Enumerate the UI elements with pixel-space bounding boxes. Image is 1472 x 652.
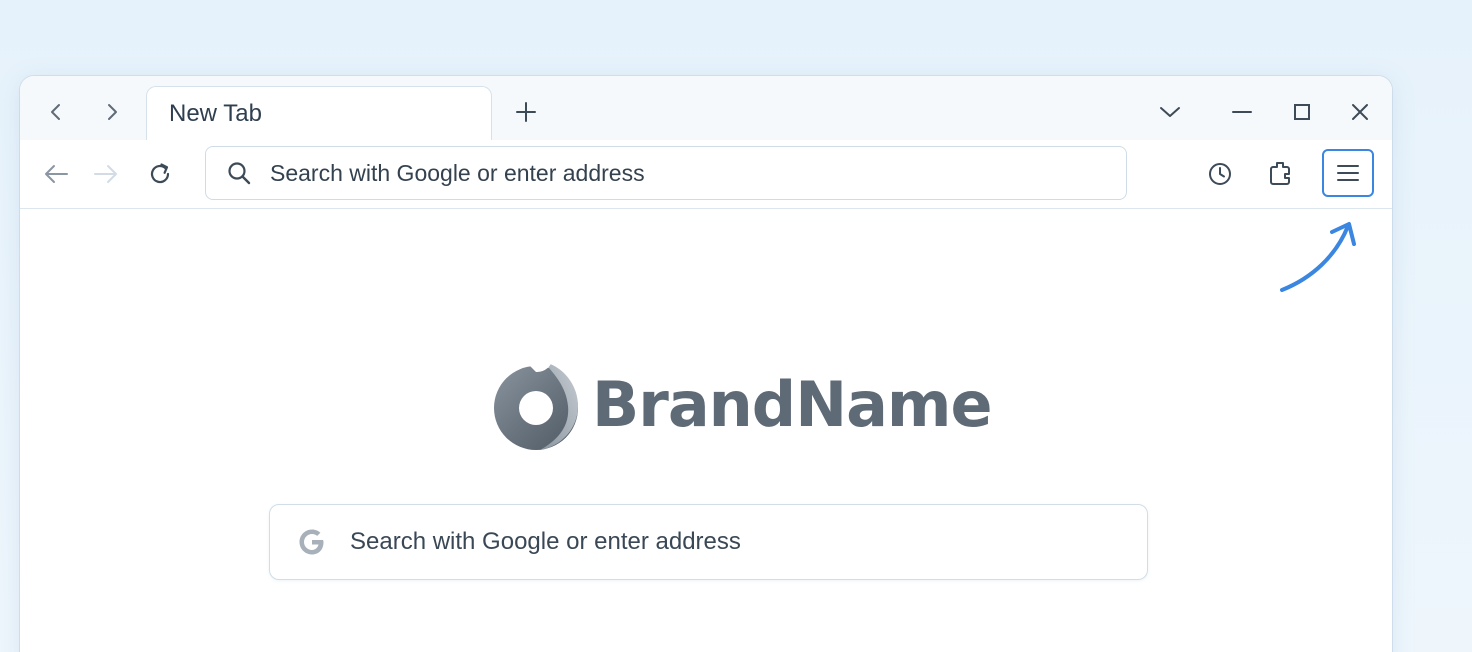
tab-new-tab[interactable]: New Tab bbox=[146, 86, 492, 141]
reload-button[interactable] bbox=[140, 154, 180, 194]
extensions-button[interactable] bbox=[1260, 154, 1300, 194]
chevron-right-icon bbox=[108, 104, 117, 120]
puzzle-icon bbox=[1270, 162, 1290, 185]
forward-button[interactable] bbox=[86, 154, 126, 194]
chevron-down-icon bbox=[1160, 107, 1180, 117]
brand-header: BrandName bbox=[492, 356, 993, 452]
maximize-icon bbox=[1294, 104, 1310, 120]
pointer-arrow-icon bbox=[1280, 222, 1356, 292]
address-bar[interactable]: Search with Google or enter address bbox=[205, 146, 1127, 200]
tab-list-button[interactable] bbox=[1150, 92, 1190, 132]
navigation-toolbar: Search with Google or enter address bbox=[20, 140, 1392, 209]
arrow-right-icon bbox=[94, 165, 117, 183]
address-bar-placeholder: Search with Google or enter address bbox=[270, 159, 645, 186]
close-button[interactable] bbox=[1340, 92, 1380, 132]
tab-title: New Tab bbox=[169, 100, 262, 127]
tab-scroll-right-button[interactable] bbox=[96, 96, 128, 128]
new-tab-button[interactable] bbox=[506, 92, 546, 132]
new-tab-search-box[interactable]: Search with Google or enter address bbox=[269, 504, 1148, 580]
reload-icon bbox=[150, 163, 170, 184]
close-icon bbox=[1352, 104, 1368, 120]
browser-window: New Tab Search with Google or enter addr… bbox=[20, 76, 1392, 652]
history-button[interactable] bbox=[1200, 154, 1240, 194]
minimize-button[interactable] bbox=[1222, 92, 1262, 132]
search-placeholder: Search with Google or enter address bbox=[350, 528, 741, 555]
plus-icon bbox=[516, 102, 536, 122]
tab-scroll-left-button[interactable] bbox=[40, 96, 72, 128]
arrow-left-icon bbox=[45, 165, 68, 183]
brand-name: BrandName bbox=[592, 367, 993, 441]
back-button[interactable] bbox=[36, 154, 76, 194]
google-g-icon bbox=[296, 526, 328, 558]
maximize-button[interactable] bbox=[1282, 92, 1322, 132]
chevron-left-icon bbox=[51, 104, 60, 120]
hamburger-menu-icon bbox=[1337, 165, 1359, 181]
clock-icon bbox=[1209, 163, 1231, 185]
minimize-icon bbox=[1232, 111, 1252, 113]
brand-logo-icon bbox=[494, 360, 578, 450]
search-icon bbox=[226, 160, 252, 186]
app-menu-button[interactable] bbox=[1322, 149, 1374, 197]
tab-strip: New Tab bbox=[20, 76, 1392, 141]
